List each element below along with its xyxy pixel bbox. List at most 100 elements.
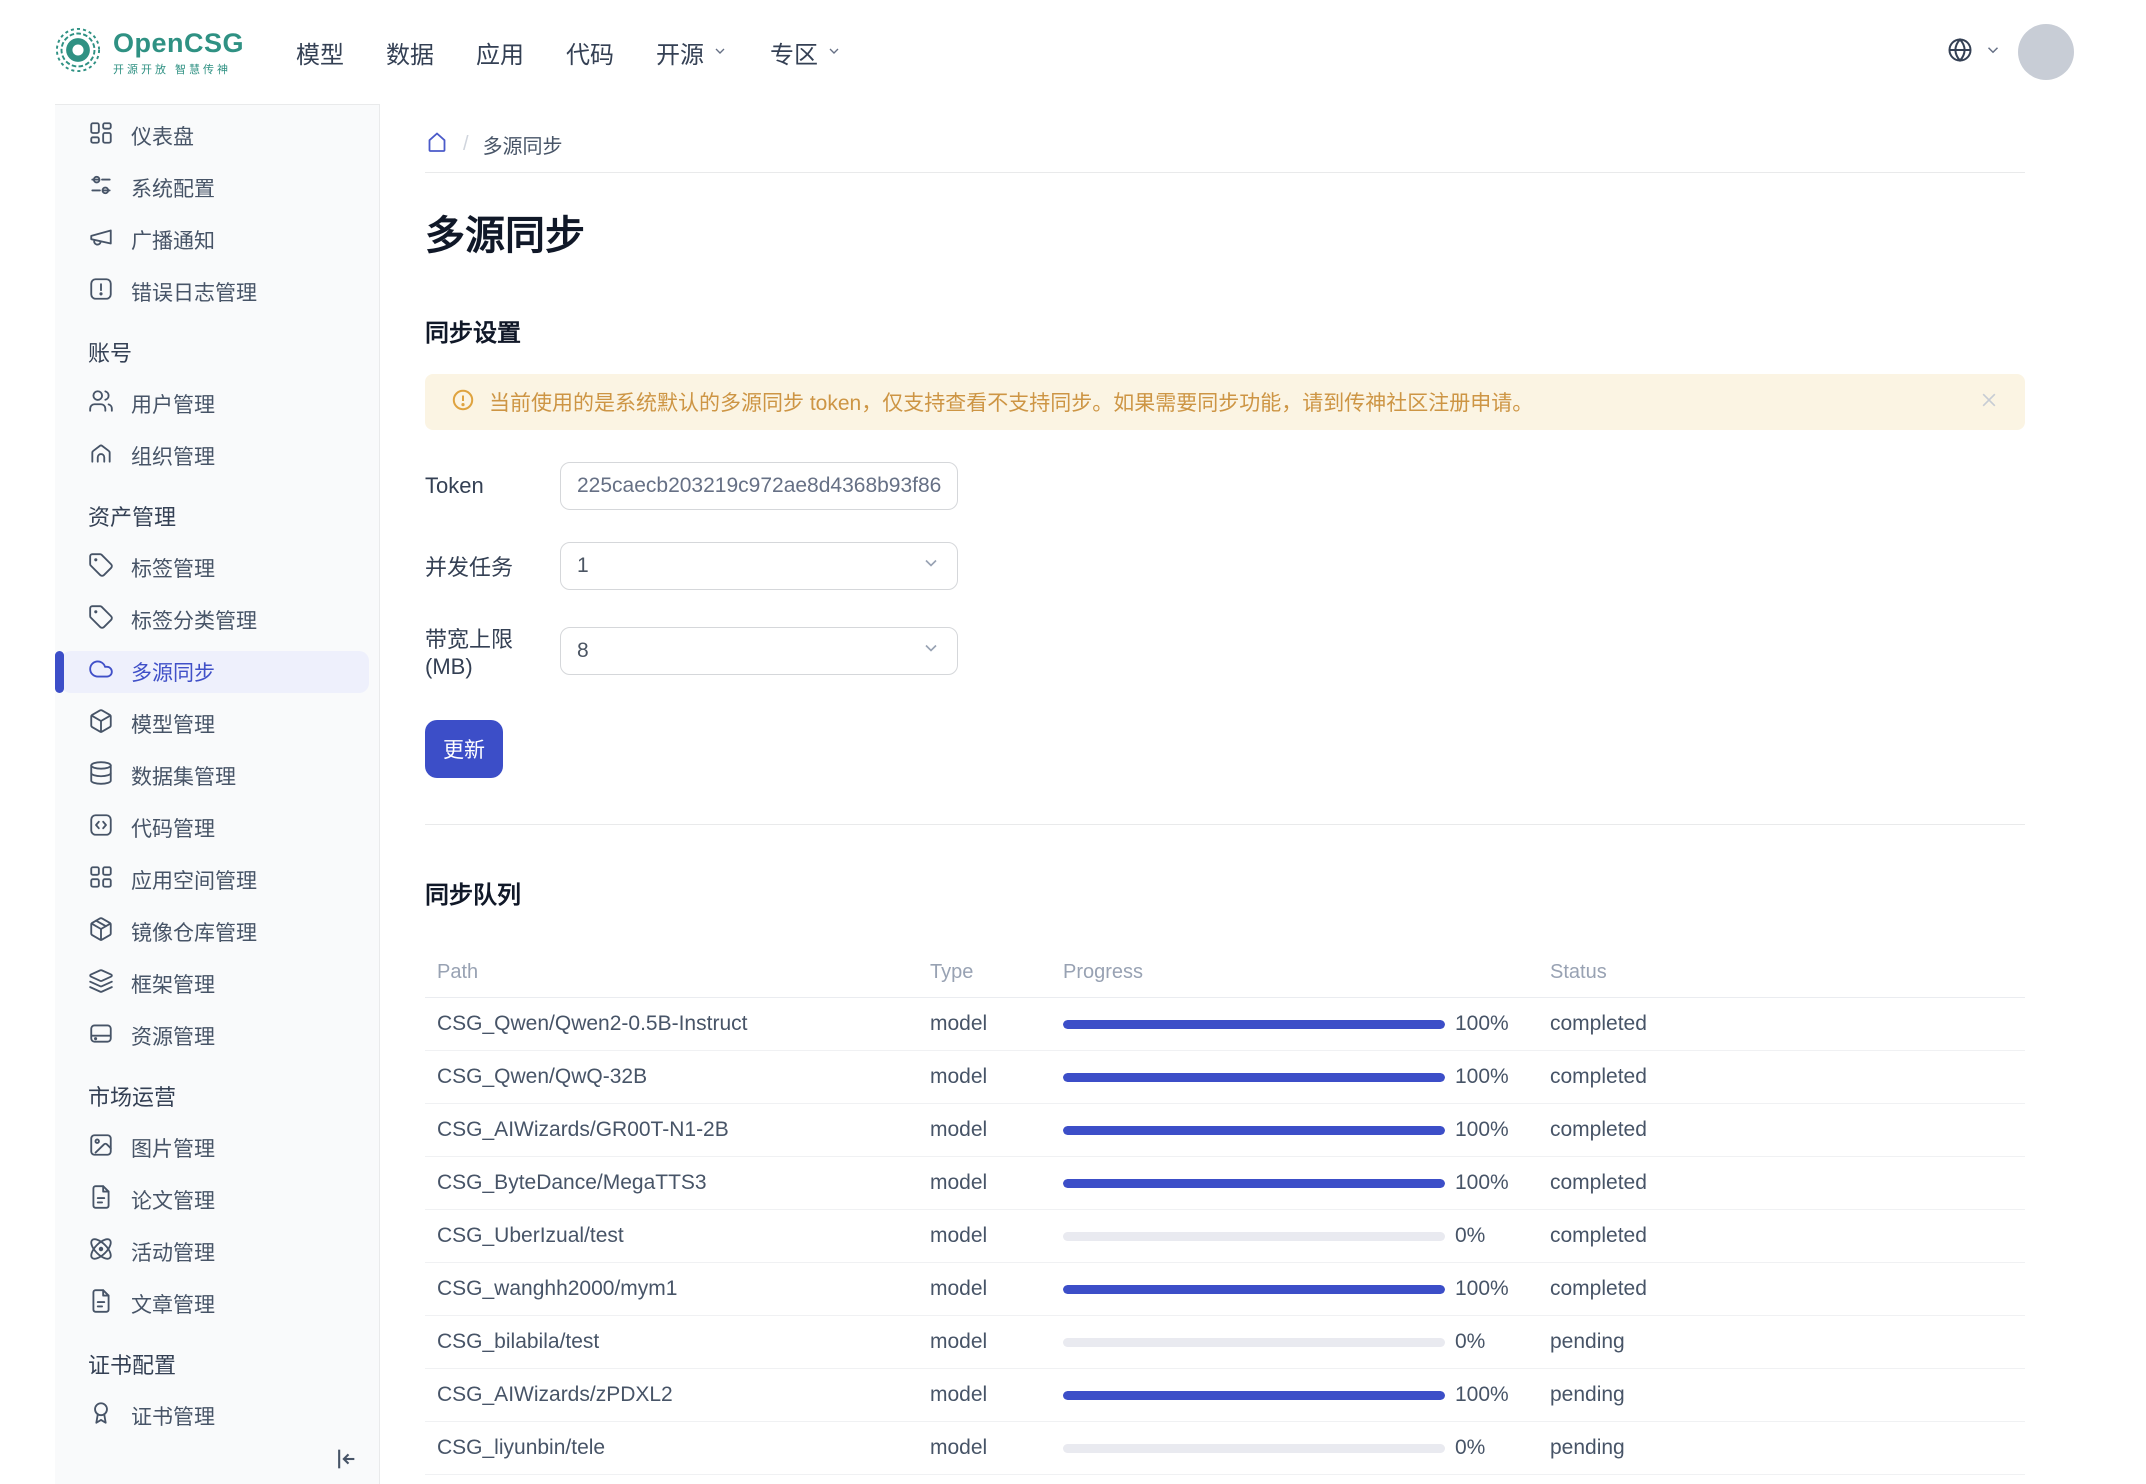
sidebar-item-label: 文章管理 bbox=[131, 1289, 215, 1319]
sidebar-item-users-1-0[interactable]: 用户管理 bbox=[61, 383, 369, 425]
progress-fill bbox=[1063, 1126, 1445, 1135]
progress-fill bbox=[1063, 1285, 1445, 1294]
sidebar-item-atom-3-2[interactable]: 活动管理 bbox=[61, 1231, 369, 1273]
bandwidth-select[interactable]: 8 bbox=[560, 627, 958, 675]
bandwidth-field-row: 带宽上限 (MB) 8 bbox=[425, 622, 2025, 680]
breadcrumb-divider bbox=[425, 172, 2025, 173]
breadcrumb-separator: / bbox=[463, 133, 469, 156]
progress-bar bbox=[1063, 1444, 1445, 1453]
nav-item-label: 数据 bbox=[386, 35, 434, 70]
sidebar-item-sliders-0-1[interactable]: 系统配置 bbox=[61, 167, 369, 209]
cell-progress: 100% bbox=[1063, 1012, 1550, 1036]
language-switcher[interactable] bbox=[1946, 36, 2002, 69]
cell-path: CSG_liyunbin/tele bbox=[425, 1436, 930, 1460]
cell-type: model bbox=[930, 1383, 1063, 1407]
bandwidth-value: 8 bbox=[577, 639, 589, 663]
progress-fill bbox=[1063, 1179, 1445, 1188]
cell-type: model bbox=[930, 1224, 1063, 1248]
cell-status: completed bbox=[1550, 1118, 2025, 1142]
globe-icon bbox=[1946, 36, 1974, 69]
sidebar-item-file-3-1[interactable]: 论文管理 bbox=[61, 1179, 369, 1221]
nav-item-4[interactable]: 代码 bbox=[566, 35, 614, 70]
cell-progress: 0% bbox=[1063, 1436, 1550, 1460]
cell-progress: 100% bbox=[1063, 1118, 1550, 1142]
cell-type: model bbox=[930, 1118, 1063, 1142]
cell-progress: 0% bbox=[1063, 1330, 1550, 1354]
chevron-down-icon bbox=[1984, 41, 2002, 64]
sidebar-item-database-2-4[interactable]: 数据集管理 bbox=[61, 755, 369, 797]
drive-icon bbox=[88, 1020, 114, 1052]
sidebar-item-tag-2-0[interactable]: 标签管理 bbox=[61, 547, 369, 589]
sidebar-item-label: 标签管理 bbox=[131, 553, 215, 583]
table-row: CSG_AIWizards/zPDXL2model100%pending bbox=[425, 1369, 2025, 1422]
cell-status: pending bbox=[1550, 1436, 2025, 1460]
close-icon[interactable] bbox=[1979, 390, 1999, 415]
table-row: CSG_Qwen/QwQ-32Bmodel 100% completed bbox=[425, 1051, 2025, 1104]
cell-type: model bbox=[930, 1065, 1063, 1089]
cell-type: model bbox=[930, 1171, 1063, 1195]
nav-item-label: 专区 bbox=[770, 35, 818, 70]
nav-item-2[interactable]: 数据 bbox=[386, 35, 434, 70]
nav-item-3[interactable]: 应用 bbox=[476, 35, 524, 70]
sidebar-item-label: 用户管理 bbox=[131, 389, 215, 419]
sidebar-collapse-button[interactable] bbox=[331, 1445, 359, 1478]
admin-sidebar: 仪表盘系统配置广播通知错误日志管理账号用户管理组织管理资产管理标签管理标签分类管… bbox=[55, 104, 380, 1484]
table-row: CSG_liyunbin/telemodel0%pending bbox=[425, 1422, 2025, 1475]
col-header-type: Type bbox=[930, 961, 1063, 984]
nav-item-label: 模型 bbox=[296, 35, 344, 70]
sidebar-item-dashboard-0-0[interactable]: 仪表盘 bbox=[61, 115, 369, 157]
cell-progress: 100% bbox=[1063, 1277, 1550, 1301]
nav-item-1[interactable]: 模型 bbox=[296, 35, 344, 70]
sidebar-item-file-3-3[interactable]: 文章管理 bbox=[61, 1283, 369, 1325]
progress-bar bbox=[1063, 1020, 1445, 1029]
avatar[interactable] bbox=[2018, 24, 2074, 80]
file-icon bbox=[88, 1184, 114, 1216]
cell-path: CSG_Qwen/QwQ-32B bbox=[425, 1065, 930, 1089]
concurrency-value: 1 bbox=[577, 554, 589, 578]
sidebar-item-label: 模型管理 bbox=[131, 709, 215, 739]
sidebar-item-package-2-7[interactable]: 镜像仓库管理 bbox=[61, 911, 369, 953]
cell-type: model bbox=[930, 1012, 1063, 1036]
breadcrumb-current: 多源同步 bbox=[483, 130, 563, 159]
table-row: CSG_ByteDance/MegaTTS3model100%completed bbox=[425, 1157, 2025, 1210]
sidebar-item-award-4-0[interactable]: 证书管理 bbox=[61, 1395, 369, 1437]
sidebar-item-megaphone-0-2[interactable]: 广播通知 bbox=[61, 219, 369, 261]
box-icon bbox=[88, 708, 114, 740]
progress-label: 100% bbox=[1455, 1065, 1509, 1089]
sidebar-item-image-3-0[interactable]: 图片管理 bbox=[61, 1127, 369, 1169]
progress-label: 0% bbox=[1455, 1224, 1485, 1248]
sidebar-item-code-2-5[interactable]: 代码管理 bbox=[61, 807, 369, 849]
update-button[interactable]: 更新 bbox=[425, 720, 503, 778]
cell-status: completed bbox=[1550, 1171, 2025, 1195]
progress-bar bbox=[1063, 1391, 1445, 1400]
page-title: 多源同步 bbox=[425, 203, 2025, 261]
sidebar-item-grid-2-6[interactable]: 应用空间管理 bbox=[61, 859, 369, 901]
token-input[interactable] bbox=[560, 462, 958, 510]
org-icon bbox=[88, 440, 114, 472]
sidebar-item-box-2-3[interactable]: 模型管理 bbox=[61, 703, 369, 745]
chevron-down-icon bbox=[712, 38, 728, 66]
cell-status: completed bbox=[1550, 1065, 2025, 1089]
sliders-icon bbox=[88, 172, 114, 204]
sidebar-item-cloud-2-2[interactable]: 多源同步 bbox=[61, 651, 369, 693]
sidebar-item-layers-2-8[interactable]: 框架管理 bbox=[61, 963, 369, 1005]
active-indicator bbox=[55, 651, 64, 693]
sidebar-item-drive-2-9[interactable]: 资源管理 bbox=[61, 1015, 369, 1057]
tag-icon bbox=[88, 604, 114, 636]
sidebar-item-label: 证书管理 bbox=[131, 1401, 215, 1431]
sidebar-item-org-1-1[interactable]: 组织管理 bbox=[61, 435, 369, 477]
nav-item-6[interactable]: 专区 bbox=[770, 35, 842, 70]
sidebar-item-label: 数据集管理 bbox=[131, 761, 236, 791]
cell-progress: 100% bbox=[1063, 1383, 1550, 1407]
sidebar-item-tag-2-1[interactable]: 标签分类管理 bbox=[61, 599, 369, 641]
nav-item-5[interactable]: 开源 bbox=[656, 35, 728, 70]
token-field-row: Token bbox=[425, 462, 2025, 510]
warning-text: 当前使用的是系统默认的多源同步 token，仅支持查看不支持同步。如果需要同步功… bbox=[489, 387, 1965, 417]
concurrency-select[interactable]: 1 bbox=[560, 542, 958, 590]
sidebar-item-alert-square-0-3[interactable]: 错误日志管理 bbox=[61, 271, 369, 313]
opencsg-logo[interactable]: OpenCSG 开源开放 智慧传神 bbox=[55, 27, 244, 78]
brand-name: OpenCSG bbox=[113, 28, 244, 59]
bandwidth-label: 带宽上限 (MB) bbox=[425, 622, 560, 680]
table-row: CSG_Qwen/Qwen2-0.5B-Instructmodel100%com… bbox=[425, 998, 2025, 1051]
home-icon[interactable] bbox=[425, 130, 449, 159]
